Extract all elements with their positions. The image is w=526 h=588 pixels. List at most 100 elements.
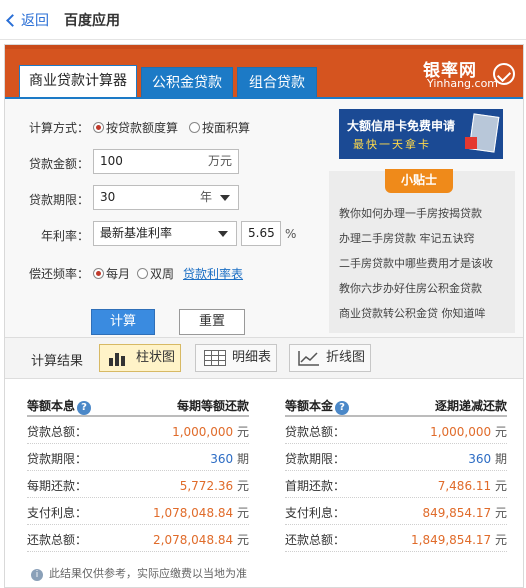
reset-button[interactable]: 重置 [179,309,245,335]
results-toolbar: 计算结果 柱状图 明细表 折线图 [5,337,523,379]
rate-value: 5.65 [248,226,275,240]
rate-type-value: 最新基准利率 [100,226,173,240]
row-value-unit: 期 [236,452,249,466]
row-value-number: 1,849,854.17 [411,533,492,547]
row-value-unit: 元 [494,479,507,493]
tip-item[interactable]: 商业贷款转公积金贷 你知道哞 [339,305,486,321]
table-row: 贷款期限： 360 期 [285,444,507,471]
row-value-number: 7,486.11 [437,479,492,493]
row-value: 2,078,048.84 元 [153,531,249,548]
table-header: 等额本金? 逐期递减还款 [285,393,507,417]
repay-frequency-label: 偿还频率： [28,267,89,281]
help-icon[interactable]: ? [77,401,92,415]
yinhang-logo: 银率网 Yinhang.com [419,55,515,93]
table-row: 支付利息： 1,078,048.84 元 [27,498,249,525]
rate-table-link[interactable]: 贷款利率表 [183,265,243,282]
repay-biweekly[interactable]: 双周 [137,265,174,282]
rate-value-input[interactable]: 5.65 [241,221,281,246]
radio-checked-icon [93,122,104,133]
chevron-down-icon [218,231,228,237]
loan-amount-input[interactable]: 100 万元 [93,149,239,174]
row-key: 每期还款： [27,479,88,493]
repay-monthly[interactable]: 每月 [93,265,130,282]
radio-unchecked-icon [189,122,200,133]
view-bar-chart-label: 柱状图 [136,350,176,365]
tips-title: 小贴士 [385,169,453,193]
disclaimer-text: 此结果仅供参考，实际应缴费以当地为准 [49,567,247,580]
line-chart-icon [298,351,319,366]
row-value-number: 5,772.36 [179,479,234,493]
logo-text-en: Yinhang.com [427,77,499,90]
repay-biweekly-label: 双周 [150,267,175,281]
loan-amount-value: 100 [100,154,123,168]
row-value: 1,000,000 元 [172,423,249,440]
view-bar-chart-button[interactable]: 柱状图 [99,344,181,372]
tip-item[interactable]: 教你如何办理一手房按揭贷款 [339,205,482,221]
table-row: 还款总额： 1,849,854.17 元 [285,525,507,552]
app-top-bar: 返回 百度应用 [0,0,526,40]
rate-type-select[interactable]: 最新基准利率 [93,221,237,246]
row-key: 贷款总额： [27,425,88,439]
loan-term-unit: 年 [199,190,212,204]
tip-item[interactable]: 办理二手房贷款 牢记五诀窍 [339,230,475,246]
row-value: 1,849,854.17 元 [411,531,507,548]
app-title: 百度应用 [64,13,120,29]
calc-method-label: 计算方式： [28,121,89,135]
table-row: 还款总额： 2,078,048.84 元 [27,525,249,552]
row-value: 360 期 [210,450,249,467]
row-value: 360 期 [468,450,507,467]
tab-commercial-loan[interactable]: 商业贷款计算器 [19,65,137,97]
row-value-number: 1,078,048.84 [153,506,234,520]
tab-bar: 商业贷款计算器 公积金贷款 组合贷款 银率网 Yinhang.com [5,45,523,97]
row-value: 1,078,048.84 元 [153,504,249,521]
row-value-number: 2,078,048.84 [153,533,234,547]
calc-method-by-amount[interactable]: 按贷款额度算 [93,119,178,136]
chevron-left-icon [6,13,19,27]
row-key: 还款总额： [285,533,346,547]
row-value-unit: 元 [236,506,249,520]
equal-principal-table: 等额本金? 逐期递减还款 贷款总额： 1,000,000 元 贷款期限： 360 期… [285,393,507,552]
loan-term-select[interactable]: 30 年 [93,185,239,210]
back-label: 返回 [21,13,49,29]
calculate-button[interactable]: 计算 [91,309,155,335]
calc-method-by-area[interactable]: 按面积算 [189,119,250,136]
row-key: 还款总额： [27,533,88,547]
view-line-chart-label: 折线图 [326,350,366,365]
table-row: 贷款总额： 1,000,000 元 [285,417,507,444]
row-value: 7,486.11 元 [438,477,507,494]
table-icon [204,350,226,366]
rate-label: 年利率： [40,229,89,243]
row-value-number: 1,000,000 [430,425,492,439]
equal-payment-subheading: 每期等额还款 [176,399,249,413]
back-button[interactable]: 返回 [6,10,49,30]
view-detail-table-button[interactable]: 明细表 [195,344,277,372]
table-row: 贷款期限： 360 期 [27,444,249,471]
row-value-number: 1,000,000 [172,425,234,439]
tip-item[interactable]: 教你六步办好住房公积金贷款 [339,280,482,296]
row-key: 贷款期限： [27,452,88,466]
loan-term-value: 30 [100,190,116,204]
view-line-chart-button[interactable]: 折线图 [289,344,371,372]
row-value-unit: 元 [236,533,249,547]
row-key: 贷款期限： [285,452,346,466]
table-row: 首期还款： 7,486.11 元 [285,471,507,498]
results-title: 计算结果 [31,354,84,369]
radio-checked-icon [93,268,104,279]
equal-principal-subheading: 逐期递减还款 [434,399,507,413]
tab-provident-fund-loan[interactable]: 公积金贷款 [141,67,233,97]
tips-panel: 小贴士 教你如何办理一手房按揭贷款 办理二手房贷款 牢记五诀窍 二手房贷款中哪些… [329,169,515,333]
help-icon[interactable]: ? [335,401,350,415]
loan-term-label: 贷款期限： [28,193,89,207]
row-value-unit: 元 [494,425,507,439]
tip-item[interactable]: 二手房贷款中哪些费用才是该收 [339,255,493,271]
logo-mark-icon [493,63,515,85]
row-value-number: 849,854.17 [422,506,492,520]
credit-card-banner[interactable]: 大额信用卡免费申请 最快一天拿卡 [339,109,503,159]
equal-payment-heading-text: 等额本息 [27,399,76,413]
row-key: 首期还款： [285,479,346,493]
bar-chart-icon [109,353,125,366]
chevron-down-icon [220,195,230,201]
row-key: 支付利息： [285,506,346,520]
disclaimer-note: i 此结果仅供参考，实际应缴费以当地为准 [31,565,247,581]
tab-combined-loan[interactable]: 组合贷款 [237,67,317,97]
